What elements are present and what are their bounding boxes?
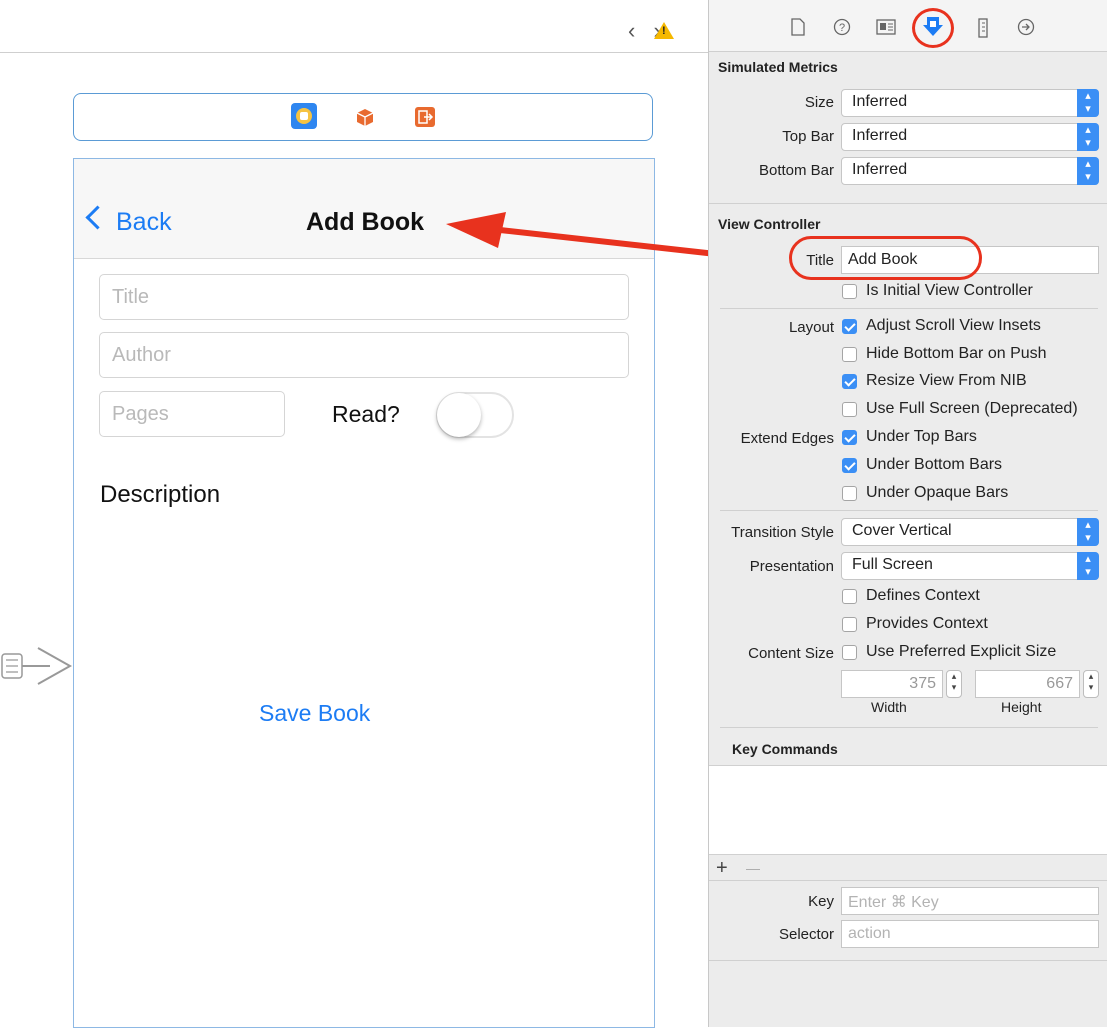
resize-nib-checkbox[interactable] bbox=[842, 374, 857, 389]
resize-nib-label: Resize View From NIB bbox=[866, 372, 1027, 389]
is-initial-checkbox[interactable] bbox=[842, 284, 857, 299]
full-screen-label: Use Full Screen (Deprecated) bbox=[866, 400, 1078, 417]
remove-key-command-button[interactable]: — bbox=[746, 860, 760, 876]
presentation-popup[interactable]: Full Screen ▴ ▾ bbox=[841, 552, 1099, 580]
warning-icon[interactable]: ! bbox=[654, 22, 674, 39]
file-inspector-icon[interactable] bbox=[790, 18, 806, 41]
read-label: Read? bbox=[332, 401, 400, 427]
size-value: Inferred bbox=[852, 93, 908, 110]
width-caption: Width bbox=[871, 699, 907, 715]
top-bar-label: Top Bar bbox=[782, 128, 834, 145]
size-inspector-icon[interactable] bbox=[977, 18, 989, 43]
under-bottom-bars-label: Under Bottom Bars bbox=[866, 456, 1003, 473]
provides-context-checkbox[interactable] bbox=[842, 617, 857, 632]
extend-edges-label: Extend Edges bbox=[740, 430, 834, 447]
help-icon[interactable]: ? bbox=[833, 18, 851, 41]
presentation-value: Full Screen bbox=[852, 556, 933, 573]
title-placeholder: Title bbox=[112, 286, 150, 308]
title-annotation-circle bbox=[789, 236, 982, 280]
preferred-size-label: Use Preferred Explicit Size bbox=[866, 643, 1057, 660]
divider bbox=[720, 510, 1098, 511]
defines-context-label: Defines Context bbox=[866, 587, 980, 604]
width-field[interactable]: 375 bbox=[841, 670, 943, 698]
under-opaque-bars-label: Under Opaque Bars bbox=[866, 484, 1009, 501]
divider bbox=[720, 308, 1098, 309]
simulated-metrics-header: Simulated Metrics bbox=[718, 59, 838, 75]
adjust-scroll-label: Adjust Scroll View Insets bbox=[866, 317, 1041, 334]
key-commands-header: Key Commands bbox=[732, 741, 838, 757]
bottom-bar-label: Bottom Bar bbox=[758, 162, 834, 179]
transition-popup-arrows-icon: ▴ ▾ bbox=[1077, 518, 1099, 546]
key-field[interactable]: Enter ⌘ Key bbox=[841, 887, 1099, 915]
section-divider bbox=[709, 203, 1107, 204]
adjust-scroll-checkbox[interactable] bbox=[842, 319, 857, 334]
description-label: Description bbox=[100, 481, 221, 508]
back-button[interactable]: Back bbox=[116, 208, 172, 237]
selector-label: Selector bbox=[778, 926, 834, 943]
defines-context-checkbox[interactable] bbox=[842, 589, 857, 604]
under-top-bars-checkbox[interactable] bbox=[842, 430, 857, 445]
view-controller-header: View Controller bbox=[718, 216, 821, 232]
full-screen-checkbox[interactable] bbox=[842, 402, 857, 417]
under-top-bars-label: Under Top Bars bbox=[866, 428, 977, 445]
svg-text:?: ? bbox=[839, 22, 845, 34]
exit-icon[interactable] bbox=[415, 107, 435, 127]
author-field[interactable]: Author bbox=[99, 332, 629, 378]
transition-style-popup[interactable]: Cover Vertical ▴ ▾ bbox=[841, 518, 1099, 546]
pages-field[interactable]: Pages bbox=[99, 391, 285, 437]
attributes-inspector-icon[interactable] bbox=[922, 15, 944, 42]
title-field[interactable]: Title bbox=[99, 274, 629, 320]
connections-inspector-icon[interactable] bbox=[1017, 18, 1035, 41]
size-label: Size bbox=[804, 94, 834, 111]
hide-bottom-bar-checkbox[interactable] bbox=[842, 347, 857, 362]
divider bbox=[709, 880, 1107, 881]
storyboard-entry-point-icon[interactable] bbox=[0, 640, 74, 701]
top-bar-value: Inferred bbox=[852, 127, 908, 144]
first-responder-icon[interactable] bbox=[354, 107, 376, 127]
author-placeholder: Author bbox=[112, 344, 171, 366]
read-switch-knob[interactable] bbox=[437, 393, 481, 437]
height-stepper[interactable]: ▴ ▾ bbox=[1083, 670, 1099, 698]
top-bar-popup-arrows-icon: ▴ ▾ bbox=[1077, 123, 1099, 151]
canvas-top-divider bbox=[0, 52, 708, 53]
inspector-toolbar bbox=[709, 0, 1107, 52]
identity-inspector-icon[interactable] bbox=[876, 18, 896, 41]
presentation-label: Presentation bbox=[749, 558, 834, 575]
under-bottom-bars-checkbox[interactable] bbox=[842, 458, 857, 473]
transition-style-label: Transition Style bbox=[731, 524, 834, 541]
transition-style-value: Cover Vertical bbox=[852, 522, 952, 539]
key-label: Key bbox=[808, 893, 834, 910]
hide-bottom-bar-label: Hide Bottom Bar on Push bbox=[866, 345, 1047, 362]
pages-placeholder: Pages bbox=[112, 403, 169, 425]
divider bbox=[709, 960, 1107, 961]
top-bar-popup[interactable]: Inferred ▴ ▾ bbox=[841, 123, 1099, 151]
preferred-size-checkbox[interactable] bbox=[842, 645, 857, 660]
divider bbox=[720, 727, 1098, 728]
add-key-command-button[interactable]: + bbox=[716, 857, 728, 880]
presentation-popup-arrows-icon: ▴ ▾ bbox=[1077, 552, 1099, 580]
bottom-bar-popup[interactable]: Inferred ▴ ▾ bbox=[841, 157, 1099, 185]
height-field[interactable]: 667 bbox=[975, 670, 1080, 698]
provides-context-label: Provides Context bbox=[866, 615, 988, 632]
is-initial-label: Is Initial View Controller bbox=[866, 282, 1033, 299]
save-book-button[interactable]: Save Book bbox=[259, 700, 370, 727]
selector-field[interactable]: action bbox=[841, 920, 1099, 948]
layout-label: Layout bbox=[788, 319, 834, 336]
height-caption: Height bbox=[1001, 699, 1042, 715]
view-controller-icon[interactable] bbox=[291, 103, 317, 129]
nav-title: Add Book bbox=[306, 208, 425, 236]
size-popup-arrows-icon: ▴ ▾ bbox=[1077, 89, 1099, 117]
attributes-inspector bbox=[708, 0, 1107, 1027]
content-size-label: Content Size bbox=[748, 645, 834, 662]
bottom-bar-popup-arrows-icon: ▴ ▾ bbox=[1077, 157, 1099, 185]
under-opaque-bars-checkbox[interactable] bbox=[842, 486, 857, 501]
width-stepper[interactable]: ▴ ▾ bbox=[946, 670, 962, 698]
warning-glyph: ! bbox=[662, 25, 666, 37]
key-commands-table[interactable] bbox=[709, 765, 1107, 855]
bottom-bar-value: Inferred bbox=[852, 161, 908, 178]
size-popup[interactable]: Inferred ▴ ▾ bbox=[841, 89, 1099, 117]
